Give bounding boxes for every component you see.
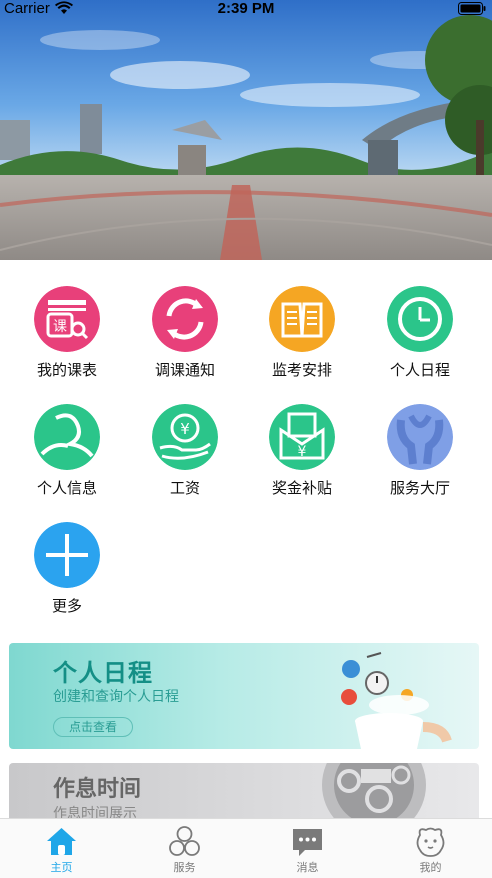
profile-icon <box>414 825 447 858</box>
yuan-hand-icon: ¥ <box>152 404 218 470</box>
menu-label: 个人信息 <box>36 479 97 497</box>
service-icon <box>387 404 453 470</box>
hero-banner-image[interactable] <box>0 0 492 260</box>
home-icon <box>45 825 78 858</box>
svg-text:¥: ¥ <box>298 444 307 460</box>
tab-services[interactable]: 服务 <box>123 819 246 878</box>
tab-label: 我的 <box>419 861 442 874</box>
tab-profile[interactable]: 我的 <box>369 819 492 878</box>
banner-title: 作息时间 <box>53 777 142 802</box>
menu-label: 奖金补贴 <box>271 479 332 497</box>
book-icon <box>269 286 335 352</box>
services-icon <box>168 825 201 858</box>
menu-label: 调课通知 <box>154 361 215 379</box>
tab-home[interactable]: 主页 <box>0 819 123 878</box>
menu-label: 工资 <box>169 479 200 497</box>
battery-icon <box>458 2 486 19</box>
menu-label: 服务大厅 <box>389 479 450 497</box>
menu-item-bonus[interactable]: ¥ 奖金补贴 <box>242 393 362 511</box>
menu-label: 监考安排 <box>271 361 332 379</box>
tab-label: 消息 <box>296 861 319 874</box>
svg-text:课: 课 <box>53 319 67 335</box>
menu-item-my-schedule[interactable]: 课 我的课表 <box>7 275 127 393</box>
clock-time: 2:39 PM <box>217 0 275 17</box>
menu-label: 个人日程 <box>389 361 450 379</box>
menu-item-personal-info[interactable]: 个人信息 <box>7 393 127 511</box>
bottom-tab-bar: 主页 服务 消息 我的 <box>0 818 492 878</box>
menu-item-personal-calendar[interactable]: 个人日程 <box>360 275 480 393</box>
menu-label: 更多 <box>51 597 82 615</box>
svg-text:¥: ¥ <box>180 420 190 438</box>
menu-item-salary[interactable]: ¥ 工资 <box>125 393 245 511</box>
tab-label: 服务 <box>173 861 196 874</box>
view-button[interactable]: 点击查看 <box>53 717 133 737</box>
gear-idea-illustration <box>322 763 426 823</box>
person-icon <box>34 404 100 470</box>
coffee-cup-illustration <box>341 652 452 749</box>
work-schedule-banner[interactable]: 作息时间 作息时间展示 <box>9 763 479 823</box>
plus-icon <box>34 522 100 588</box>
menu-item-more[interactable]: 更多 <box>7 511 127 629</box>
clock-icon <box>387 286 453 352</box>
message-icon <box>291 825 324 858</box>
refresh-icon <box>152 286 218 352</box>
tab-label: 主页 <box>50 861 73 874</box>
menu-label: 我的课表 <box>36 361 97 379</box>
menu-item-invigilation[interactable]: 监考安排 <box>242 275 362 393</box>
status-bar: Carrier 2:39 PM <box>0 0 492 20</box>
yuan-envelope-icon: ¥ <box>269 404 335 470</box>
tab-messages[interactable]: 消息 <box>246 819 369 878</box>
menu-item-class-change[interactable]: 调课通知 <box>125 275 245 393</box>
banner-subtitle: 创建和查询个人日程 <box>53 689 179 705</box>
menu-item-service-hall[interactable]: 服务大厅 <box>360 393 480 511</box>
personal-calendar-banner[interactable]: 个人日程 创建和查询个人日程 点击查看 <box>9 643 479 749</box>
schedule-icon: 课 <box>34 286 100 352</box>
banner-title: 个人日程 <box>53 659 153 687</box>
